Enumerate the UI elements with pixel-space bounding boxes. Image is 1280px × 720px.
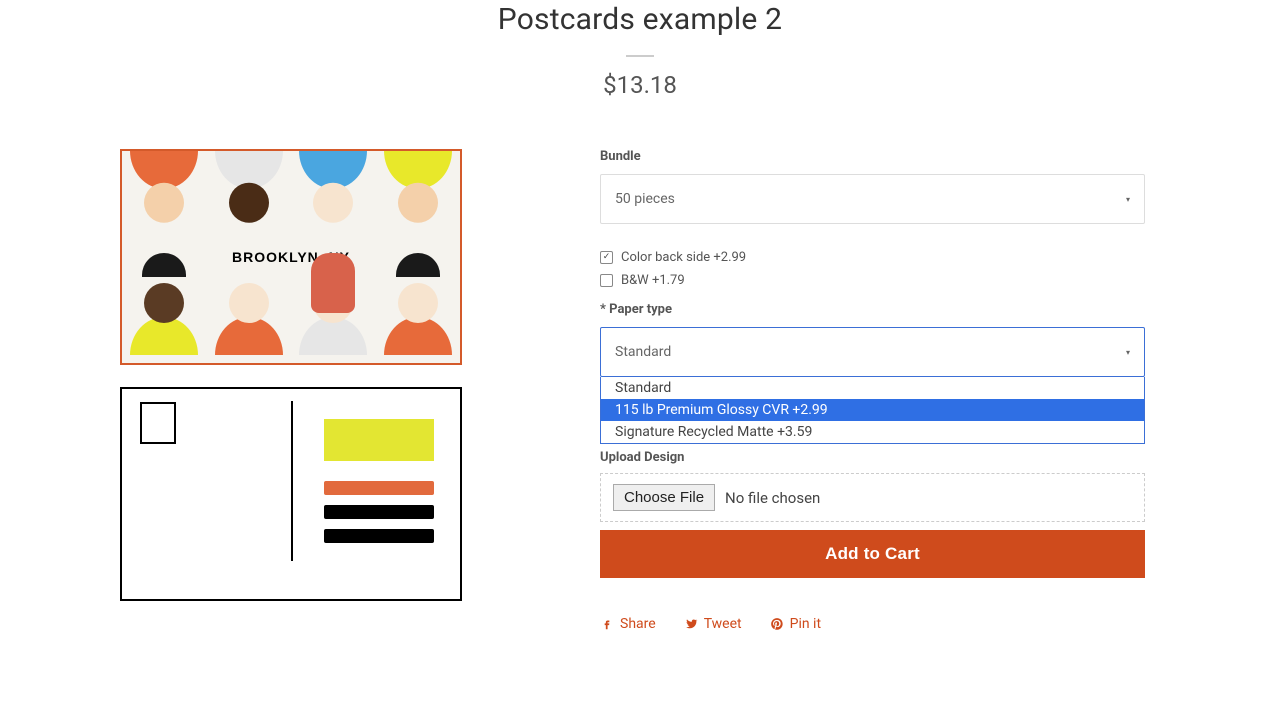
postcard-right-panel bbox=[324, 419, 434, 543]
paper-type-selected-value: Standard bbox=[615, 344, 671, 360]
paper-option-2[interactable]: Signature Recycled Matte +3.59 bbox=[601, 421, 1144, 443]
bundle-label: Bundle bbox=[600, 149, 1145, 164]
paper-option-0[interactable]: Standard bbox=[601, 377, 1144, 399]
chevron-down-icon: ▾ bbox=[1126, 195, 1130, 204]
tweet-label: Tweet bbox=[704, 616, 742, 632]
page-title: Postcards example 2 bbox=[0, 2, 1280, 37]
share-twitter[interactable]: Tweet bbox=[684, 616, 742, 632]
bw-label: B&W +1.79 bbox=[621, 273, 685, 288]
paper-type-dropdown: Standard 115 lb Premium Glossy CVR +2.99… bbox=[600, 377, 1145, 444]
product-image-front[interactable]: BROOKLYN, NY bbox=[120, 149, 462, 365]
add-to-cart-button[interactable]: Add to Cart bbox=[600, 530, 1145, 578]
product-gallery: BROOKLYN, NY bbox=[120, 149, 470, 601]
upload-box[interactable]: Choose File No file chosen bbox=[600, 473, 1145, 522]
pin-label: Pin it bbox=[790, 616, 821, 632]
twitter-icon bbox=[684, 617, 698, 631]
upload-label: Upload Design bbox=[600, 450, 1145, 465]
share-label: Share bbox=[620, 616, 656, 632]
bundle-select[interactable]: 50 pieces ▾ bbox=[600, 174, 1145, 224]
chevron-down-icon: ▾ bbox=[1126, 348, 1130, 357]
social-share-row: Share Tweet Pin it bbox=[600, 616, 1145, 632]
product-price: $13.18 bbox=[0, 71, 1280, 99]
bw-option[interactable]: B&W +1.79 bbox=[600, 273, 1145, 288]
facebook-icon bbox=[600, 617, 614, 631]
postcard-divider bbox=[291, 401, 293, 561]
choose-file-button[interactable]: Choose File bbox=[613, 484, 715, 511]
checkbox-unchecked-icon bbox=[600, 274, 613, 287]
paper-type-label: Paper type bbox=[600, 302, 1145, 317]
paper-option-1[interactable]: 115 lb Premium Glossy CVR +2.99 bbox=[601, 399, 1144, 421]
product-form: Bundle 50 pieces ▾ Color back side +2.99… bbox=[600, 149, 1145, 632]
stamp-box bbox=[140, 402, 176, 444]
share-facebook[interactable]: Share bbox=[600, 616, 656, 632]
color-back-label: Color back side +2.99 bbox=[621, 250, 746, 265]
pinterest-icon bbox=[770, 617, 784, 631]
share-pinterest[interactable]: Pin it bbox=[770, 616, 821, 632]
product-image-back[interactable] bbox=[120, 387, 462, 601]
upload-status: No file chosen bbox=[725, 489, 820, 507]
paper-type-select[interactable]: Standard ▾ bbox=[600, 327, 1145, 377]
checkbox-checked-icon bbox=[600, 251, 613, 264]
color-back-option[interactable]: Color back side +2.99 bbox=[600, 250, 1145, 265]
title-divider bbox=[626, 55, 654, 57]
bundle-selected-value: 50 pieces bbox=[615, 191, 675, 207]
